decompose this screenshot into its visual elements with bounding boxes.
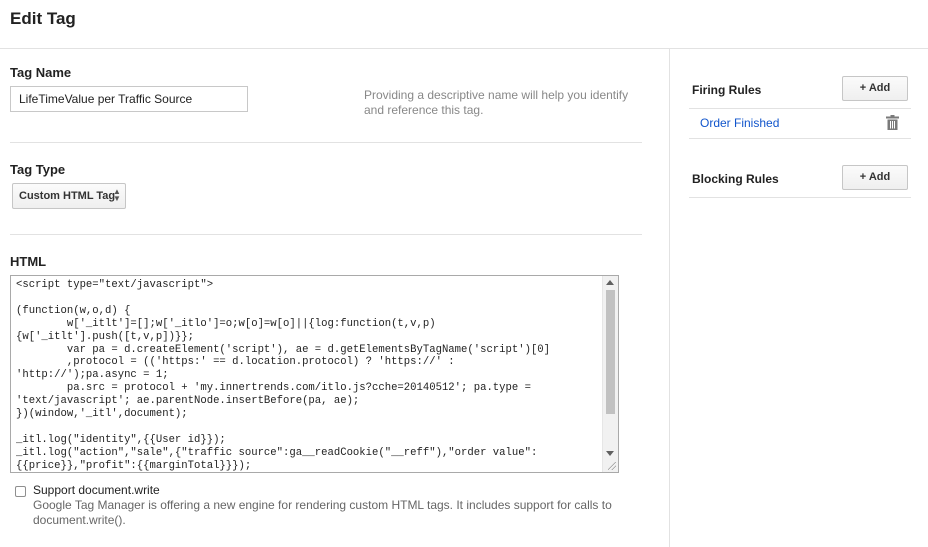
html-code-editor[interactable]: <script type="text/javascript"> (functio… [10, 275, 619, 473]
tag-type-label: Tag Type [10, 162, 66, 177]
column-divider [669, 49, 670, 547]
support-document-write-label: Support document.write [33, 483, 160, 497]
section-divider [10, 142, 642, 143]
up-down-arrows-icon: ▲ ▼ [113, 187, 121, 203]
html-label: HTML [10, 254, 47, 269]
tag-type-select[interactable]: Custom HTML Tag ▲ ▼ [12, 183, 126, 209]
tag-name-hint: Providing a descriptive name will help y… [364, 88, 629, 117]
support-document-write-description: Google Tag Manager is offering a new eng… [33, 498, 612, 527]
page-title: Edit Tag [10, 9, 76, 28]
firing-rule-item-order-finished[interactable]: Order Finished [700, 116, 779, 130]
tag-name-input[interactable] [10, 86, 248, 112]
add-blocking-rule-button[interactable]: + Add [842, 165, 908, 190]
resize-grip-icon[interactable] [608, 462, 616, 470]
side-divider [689, 138, 911, 139]
side-divider [689, 197, 911, 198]
tag-type-selected-value: Custom HTML Tag [19, 190, 116, 202]
scroll-thumb[interactable] [606, 290, 615, 414]
html-code-text[interactable]: <script type="text/javascript"> (functio… [16, 279, 606, 472]
header-divider [0, 48, 928, 49]
add-firing-rule-button[interactable]: + Add [842, 76, 908, 101]
scroll-up-icon[interactable] [606, 280, 614, 285]
side-divider [689, 108, 911, 109]
trash-icon[interactable] [886, 115, 899, 130]
section-divider [10, 234, 642, 235]
code-scrollbar[interactable] [602, 276, 618, 472]
tag-name-label: Tag Name [10, 65, 72, 80]
support-document-write-checkbox[interactable] [15, 486, 26, 497]
blocking-rules-label: Blocking Rules [692, 172, 779, 186]
firing-rules-label: Firing Rules [692, 83, 762, 97]
scroll-down-icon[interactable] [606, 451, 614, 456]
